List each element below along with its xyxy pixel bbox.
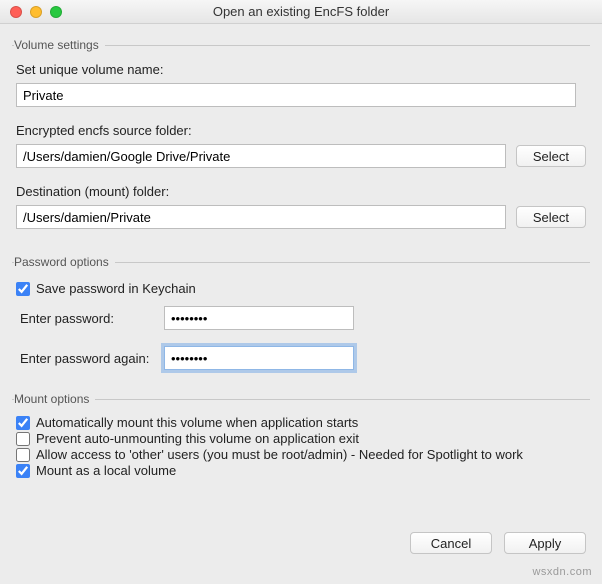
volume-settings-group: Volume settings Set unique volume name: … <box>12 38 590 245</box>
enter-password-label: Enter password: <box>16 311 156 326</box>
mount-local-label: Mount as a local volume <box>36 463 176 478</box>
save-keychain-label: Save password in Keychain <box>36 281 196 296</box>
volume-name-label: Set unique volume name: <box>16 62 586 77</box>
dest-select-button[interactable]: Select <box>516 206 586 228</box>
cancel-button[interactable]: Cancel <box>410 532 492 554</box>
watermark: wsxdn.com <box>532 566 592 578</box>
volume-settings-legend: Volume settings <box>14 38 105 52</box>
password-options-legend: Password options <box>14 255 115 269</box>
allow-other-checkbox[interactable] <box>16 448 30 462</box>
prevent-unmount-label: Prevent auto-unmounting this volume on a… <box>36 431 359 446</box>
source-select-button[interactable]: Select <box>516 145 586 167</box>
mount-options-legend: Mount options <box>14 392 95 406</box>
auto-mount-label: Automatically mount this volume when app… <box>36 415 358 430</box>
allow-other-label: Allow access to 'other' users (you must … <box>36 447 523 462</box>
dest-folder-input[interactable] <box>16 205 506 229</box>
volume-name-input[interactable] <box>16 83 576 107</box>
mount-options-group: Mount options Automatically mount this v… <box>12 392 590 491</box>
footer-buttons: Cancel Apply <box>410 532 586 554</box>
save-keychain-checkbox[interactable] <box>16 282 30 296</box>
source-folder-label: Encrypted encfs source folder: <box>16 123 586 138</box>
titlebar: Open an existing EncFS folder <box>0 0 602 24</box>
apply-button[interactable]: Apply <box>504 532 586 554</box>
window-title: Open an existing EncFS folder <box>0 4 602 19</box>
enter-password-input[interactable] <box>164 306 354 330</box>
source-folder-input[interactable] <box>16 144 506 168</box>
password-options-group: Password options Save password in Keycha… <box>12 255 590 382</box>
prevent-unmount-checkbox[interactable] <box>16 432 30 446</box>
auto-mount-checkbox[interactable] <box>16 416 30 430</box>
enter-password-again-input[interactable] <box>164 346 354 370</box>
enter-password-again-label: Enter password again: <box>16 351 156 366</box>
mount-local-checkbox[interactable] <box>16 464 30 478</box>
content: Volume settings Set unique volume name: … <box>0 24 602 503</box>
dest-folder-label: Destination (mount) folder: <box>16 184 586 199</box>
